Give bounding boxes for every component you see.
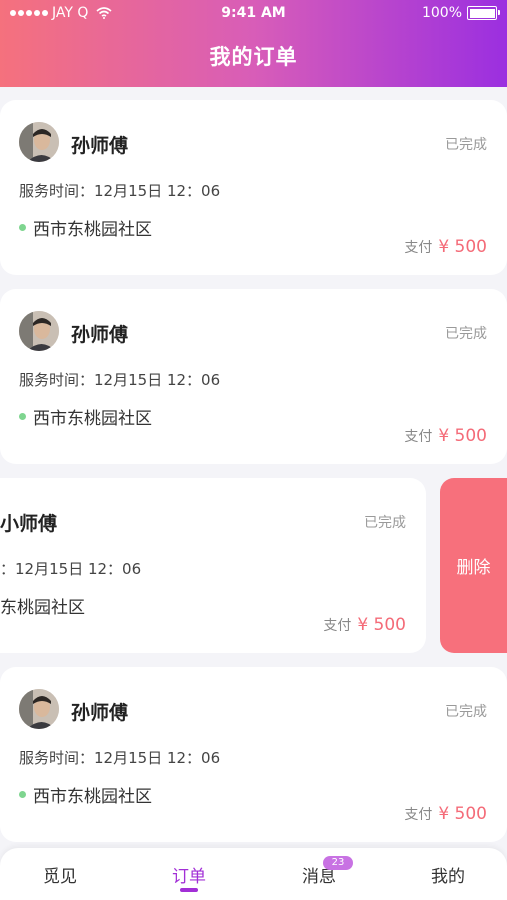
service-time: 服务时间：12月15日 12：06 [19,747,220,768]
location-dot-icon [19,413,26,420]
pay-amount: ¥ 500 [438,237,487,257]
master-name: 孙师傅 [71,702,129,724]
order-card[interactable]: 孙师傅 已完成 服务时间：12月15日 12：06 西市东桃园社区 支付 ¥ 50… [0,100,507,275]
order-status: 已完成 [364,515,406,531]
time-label: 服务时间： [19,371,95,389]
time-label: 服务时间： [19,182,95,200]
order-status: 已完成 [445,326,487,342]
battery-icon [467,6,500,20]
active-tab-indicator [180,888,198,892]
service-time: 服务时间：12月15日 12：06 [19,180,220,201]
pay-amount: ¥ 500 [438,426,487,446]
time-value: 12月15日 12：06 [94,371,221,389]
avatar [19,311,59,351]
address: 西市东桃园社区 [19,782,152,807]
order-card[interactable]: 孙师傅 已完成 服务时间：12月15日 12：06 西市东桃园社区 支付 ¥ 50… [0,667,507,842]
address-text: 西市东桃园社区 [33,787,152,807]
tab-mine[interactable]: 我的 [408,862,488,887]
location-dot-icon [19,224,26,231]
address-text: 西市东桃园社区 [33,220,152,240]
address: 西市东桃园社区 [19,404,152,429]
battery-percent: 100% [421,5,462,21]
service-time: 服务时间：12月15日 12：06 [19,369,220,390]
master-name: 小师傅 [0,513,58,535]
pay-label: 支付 [323,618,352,634]
tab-bar: 觅见 订单 消息 我的 [0,848,507,900]
pay-label: 支付 [404,807,433,823]
header: JAY Q 9:41 AM 100% 我的订单 [0,0,507,87]
order-status: 已完成 [445,704,487,720]
location-dot-icon [19,791,26,798]
status-bar: JAY Q 9:41 AM 100% [0,0,507,28]
address: 西市东桃园社区 [19,215,152,240]
address-text: 西市东桃园社区 [33,409,152,429]
time-value: 12月15日 12：06 [94,182,221,200]
service-time: ：12月15日 12：06 [0,558,141,579]
status-right: 100% [421,5,500,21]
message-badge: 23 [323,856,353,870]
master-name: 孙师傅 [71,135,129,157]
address: 东桃园社区 [0,593,85,618]
delete-button[interactable]: 删除 [440,478,507,653]
order-card-swiped[interactable]: 小师傅 已完成 ：12月15日 12：06 东桃园社区 支付 ¥ 500 [0,478,426,653]
pay-label: 支付 [404,240,433,256]
tab-discover[interactable]: 觅见 [20,862,100,887]
time-value: 12月15日 12：06 [94,749,221,767]
time-label: 服务时间： [19,749,95,767]
address-text: 东桃园社区 [0,598,85,618]
avatar [19,689,59,729]
master-name: 孙师傅 [71,324,129,346]
order-card[interactable]: 孙师傅 已完成 服务时间：12月15日 12：06 西市东桃园社区 支付 ¥ 50… [0,289,507,464]
time-value: 12月15日 12：06 [15,560,142,578]
tab-orders[interactable]: 订单 [149,862,229,887]
payment: 支付 ¥ 500 [323,615,406,635]
time-label: ： [0,560,16,578]
avatar [19,122,59,162]
payment: 支付 ¥ 500 [404,804,487,824]
order-status: 已完成 [445,137,487,153]
payment: 支付 ¥ 500 [404,426,487,446]
pay-amount: ¥ 500 [357,615,406,635]
pay-amount: ¥ 500 [438,804,487,824]
page-title: 我的订单 [209,45,298,69]
pay-label: 支付 [404,429,433,445]
payment: 支付 ¥ 500 [404,237,487,257]
